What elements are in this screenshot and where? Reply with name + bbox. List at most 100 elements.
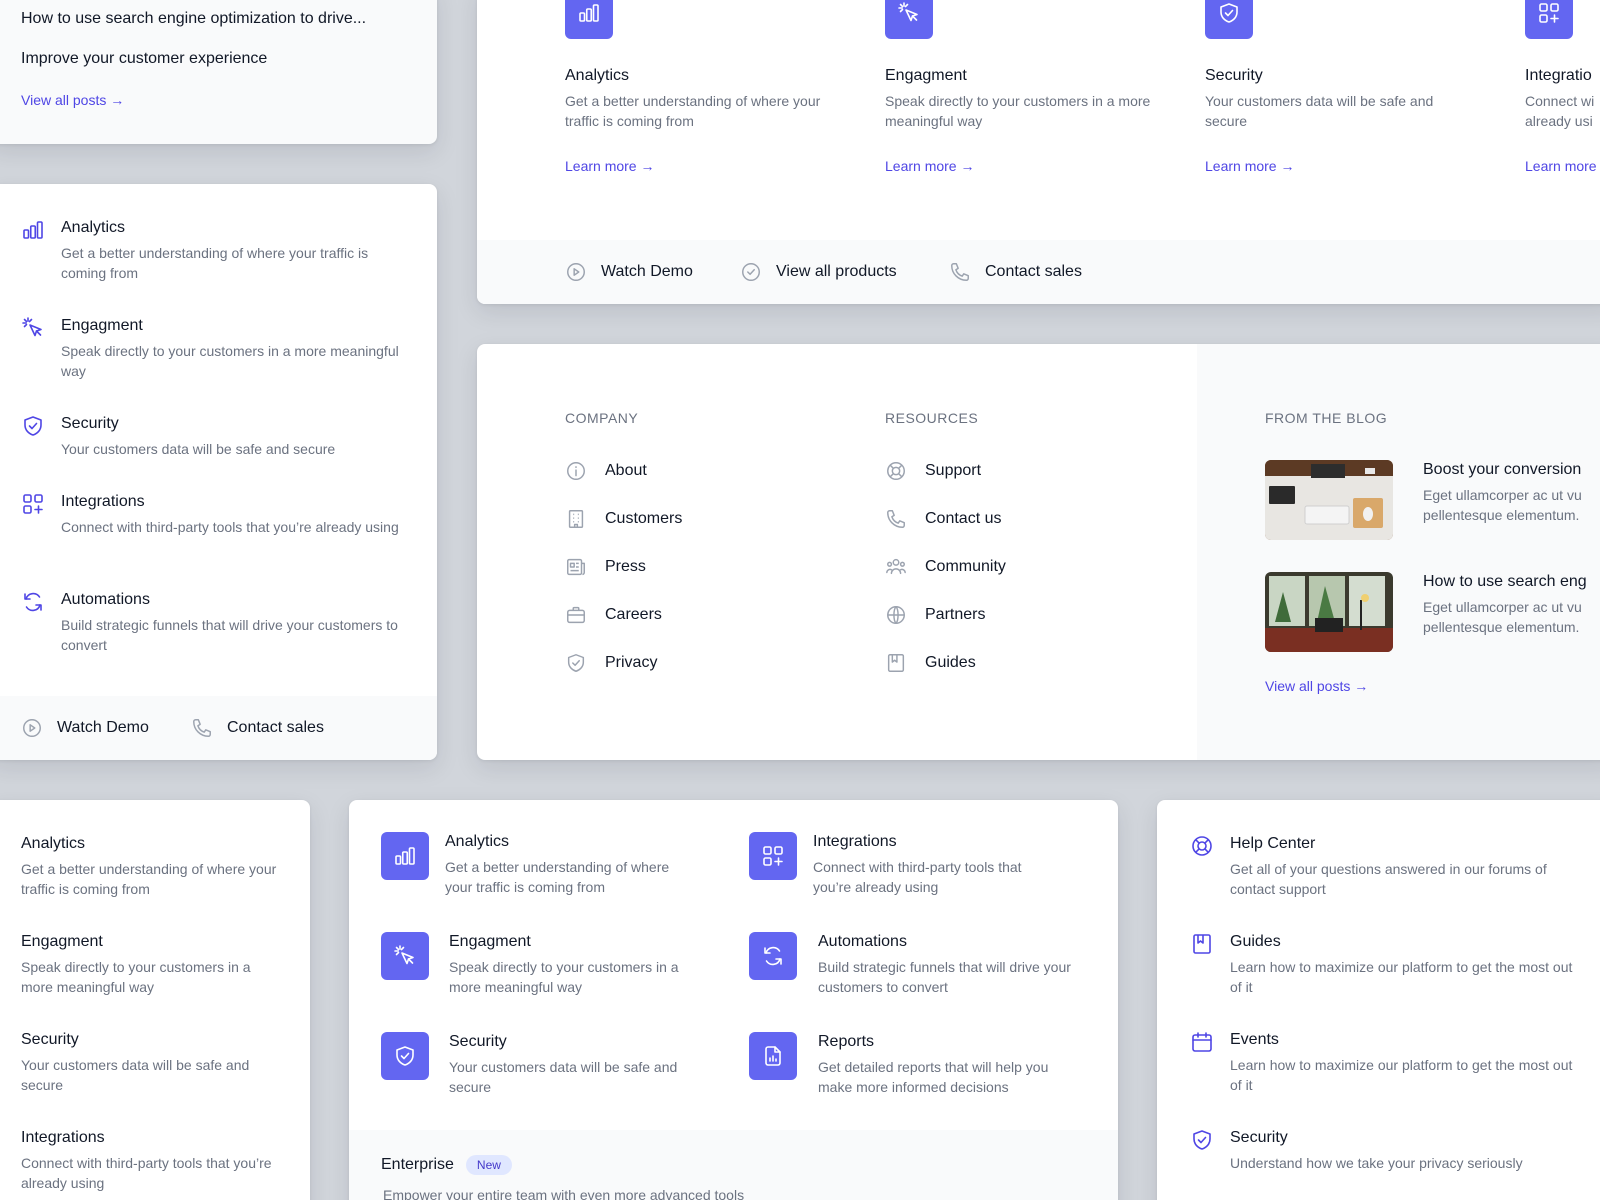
- enterprise-title: Enterprise: [381, 1156, 454, 1173]
- blog-post-title[interactable]: How to use search eng: [1423, 572, 1587, 592]
- item-title: Integrations: [21, 1129, 105, 1146]
- item-description: Your customers data will be safe and sec…: [61, 441, 336, 457]
- view-all-products-button[interactable]: View all products: [740, 261, 897, 283]
- calendar-icon: [1190, 1030, 1214, 1054]
- panel-footer: Watch Demo Contact sales: [0, 696, 437, 760]
- menu-item-guides[interactable]: Guides: [885, 652, 976, 674]
- menu-item-analytics[interactable]: Analytics Get a better understanding of …: [21, 834, 281, 899]
- squares-plus-icon: [21, 492, 45, 516]
- menu-item-label: Customers: [605, 510, 683, 527]
- menu-item-support[interactable]: Support: [885, 460, 981, 482]
- new-badge: New: [465, 1155, 512, 1175]
- play-circle-icon: [565, 261, 587, 283]
- blog-thumbnail-desk[interactable]: [1265, 460, 1393, 540]
- watch-demo-button[interactable]: Watch Demo: [21, 717, 149, 739]
- item-title: Automations: [61, 591, 150, 608]
- item-title: Engagment: [449, 933, 531, 950]
- briefcase-icon: [565, 604, 587, 626]
- features-two-column-panel: Analytics Get a better understanding of …: [349, 800, 1118, 1200]
- shield-check-icon: [21, 414, 45, 438]
- item-title: Reports: [818, 1033, 875, 1050]
- feature-card-integrations[interactable]: Integratio Connect wi already usi Learn …: [1525, 0, 1600, 186]
- watch-demo-label: Watch Demo: [57, 719, 149, 736]
- feature-title: Engagment: [885, 67, 967, 84]
- item-description: Learn how to maximize our platform to ge…: [1230, 959, 1573, 995]
- menu-item-careers[interactable]: Careers: [565, 604, 662, 626]
- item-description: Understand how we take your privacy seri…: [1230, 1155, 1523, 1171]
- blog-post-link[interactable]: Improve your customer experience: [21, 50, 267, 68]
- blog-post-excerpt-line: Eget ullamcorper ac ut vu: [1423, 487, 1582, 503]
- item-title: Analytics: [61, 219, 126, 236]
- item-description: Connect with third-party tools that you’…: [61, 519, 399, 535]
- menu-item-about[interactable]: About: [565, 460, 647, 482]
- menu-item-label: Guides: [925, 654, 976, 671]
- blog-heading: FROM THE BLOG: [1265, 410, 1388, 426]
- menu-item-engagement[interactable]: Engagment Speak directly to your custome…: [21, 932, 281, 997]
- feature-title: Integratio: [1525, 67, 1592, 84]
- learn-more-link[interactable]: Learn more: [1525, 156, 1597, 176]
- cursor-click-icon: [885, 0, 933, 39]
- newspaper-icon: [565, 556, 587, 578]
- blog-thumbnail-office[interactable]: [1265, 572, 1393, 652]
- view-all-posts-link[interactable]: View all posts →: [1265, 676, 1368, 696]
- item-title: Analytics: [445, 833, 510, 850]
- contact-sales-button[interactable]: Contact sales: [191, 717, 324, 739]
- menu-item-customers[interactable]: Customers: [565, 508, 682, 530]
- menu-item-partners[interactable]: Partners: [885, 604, 985, 626]
- bookmark-book-icon: [885, 652, 907, 674]
- features-grid-panel: Analytics Get a better understanding of …: [477, 0, 1600, 304]
- item-title: Automations: [818, 933, 907, 950]
- learn-more-link[interactable]: Learn more →: [885, 156, 974, 176]
- item-description: Connect with third-party tools that you’…: [813, 859, 1022, 895]
- item-description: Speak directly to your customers in a mo…: [61, 343, 399, 379]
- learn-more-link[interactable]: Learn more →: [1205, 156, 1294, 176]
- menu-item-community[interactable]: Community: [885, 556, 1006, 578]
- menu-item-security[interactable]: Security Your customers data will be saf…: [21, 1030, 281, 1095]
- resources-heading: RESOURCES: [885, 410, 979, 426]
- item-description: Get a better understanding of where your…: [61, 245, 369, 281]
- cursor-click-icon: [381, 932, 429, 980]
- menu-item-press[interactable]: Press: [565, 556, 646, 578]
- item-title: Security: [61, 415, 119, 432]
- chart-bar-icon: [21, 218, 45, 242]
- bookmark-book-icon: [1190, 932, 1214, 956]
- building-icon: [565, 508, 587, 530]
- watch-demo-button[interactable]: Watch Demo: [565, 261, 693, 283]
- item-description: Your customers data will be safe and sec…: [21, 1057, 250, 1093]
- chart-bar-icon: [565, 0, 613, 39]
- item-description: Build strategic funnels that will drive …: [61, 617, 398, 653]
- shield-check-icon: [1190, 1128, 1214, 1152]
- item-description: Speak directly to your customers in a mo…: [449, 959, 679, 995]
- item-title: Help Center: [1230, 835, 1316, 852]
- menu-item-privacy[interactable]: Privacy: [565, 652, 657, 674]
- shield-check-icon: [565, 652, 587, 674]
- squares-plus-icon: [1525, 0, 1573, 39]
- enterprise-footer[interactable]: Enterprise New Empower your entire team …: [349, 1130, 1118, 1200]
- features-list-panel: Analytics Get a better understanding of …: [0, 184, 437, 760]
- feature-description: Your customers data will be safe and sec…: [1205, 93, 1434, 129]
- item-description: Get a better understanding of where your…: [445, 859, 670, 895]
- features-text-list-panel: Analytics Get a better understanding of …: [0, 800, 310, 1200]
- phone-icon: [191, 717, 213, 739]
- feature-description-line: already usi: [1525, 113, 1593, 129]
- item-description: Speak directly to your customers in a mo…: [21, 959, 251, 995]
- learn-more-link[interactable]: Learn more →: [565, 156, 654, 176]
- menu-item-integrations[interactable]: Integrations Connect with third-party to…: [21, 1128, 281, 1193]
- menu-item-label: Careers: [605, 606, 662, 623]
- lifebuoy-icon: [1190, 834, 1214, 858]
- refresh-icon: [749, 932, 797, 980]
- menu-item-label: Support: [925, 462, 982, 479]
- refresh-icon: [21, 590, 45, 614]
- item-title: Security: [21, 1031, 79, 1048]
- blog-post-link[interactable]: How to use search engine optimization to…: [21, 10, 366, 28]
- blog-post-title[interactable]: Boost your conversion: [1423, 460, 1581, 480]
- view-all-posts-link[interactable]: View all posts →: [21, 90, 124, 110]
- item-description: Your customers data will be safe and sec…: [449, 1059, 678, 1095]
- menu-item-contact-us[interactable]: Contact us: [885, 508, 1001, 530]
- shield-check-icon: [381, 1032, 429, 1080]
- contact-sales-button[interactable]: Contact sales: [949, 261, 1082, 283]
- lifebuoy-icon: [885, 460, 907, 482]
- panel-footer: Watch Demo View all products Contact sal…: [477, 240, 1600, 304]
- item-description: Connect with third-party tools that you’…: [21, 1155, 272, 1191]
- menu-item-label: Partners: [925, 606, 986, 623]
